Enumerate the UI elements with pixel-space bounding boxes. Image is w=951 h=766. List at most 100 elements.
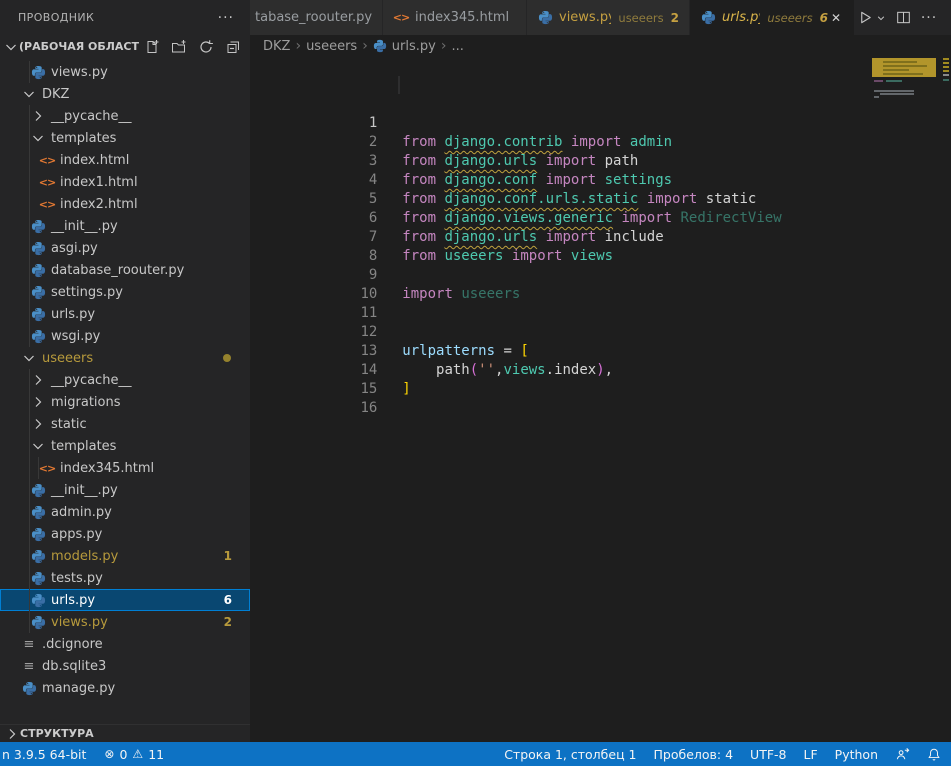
- tree-item[interactable]: tests.py: [0, 567, 250, 589]
- collapse-all-icon[interactable]: [224, 38, 242, 56]
- views-more-actions-icon[interactable]: ···: [218, 10, 234, 26]
- problems-item[interactable]: ⊗ 0 ⚠ 11: [104, 747, 164, 762]
- minimap-line: [880, 93, 914, 95]
- code-line[interactable]: 11: [250, 247, 951, 266]
- tree-item[interactable]: static: [0, 413, 250, 435]
- tree-item[interactable]: admin.py: [0, 501, 250, 523]
- run-icon[interactable]: [855, 7, 875, 29]
- tree-item[interactable]: templates: [0, 435, 250, 457]
- tree-item[interactable]: __init__.py: [0, 215, 250, 237]
- breadcrumb-item-symbol[interactable]: ...: [451, 39, 463, 54]
- tree-item[interactable]: useeers: [0, 347, 250, 369]
- code-line[interactable]: 12: [250, 266, 951, 285]
- tree-item[interactable]: asgi.py: [0, 237, 250, 259]
- overview-ruler[interactable]: [941, 57, 951, 197]
- file-icon-slot: [29, 64, 47, 80]
- code-line[interactable]: 10import useeers: [250, 228, 951, 247]
- tree-item[interactable]: ≡ .dcignore: [0, 633, 250, 655]
- error-icon: ⊗: [104, 747, 114, 761]
- outline-section-header[interactable]: СТРУКТУРА: [0, 724, 250, 742]
- tree-item[interactable]: <> index345.html: [0, 457, 250, 479]
- file-name: __pycache__: [51, 109, 131, 124]
- file-name: wsgi.py: [51, 329, 100, 344]
- file-name: migrations: [51, 395, 121, 410]
- problems-badge: 2: [224, 615, 232, 629]
- breadcrumb-item-urls-py[interactable]: urls.py: [392, 39, 436, 54]
- indentation-item[interactable]: Пробелов: 4: [654, 747, 734, 762]
- tree-item[interactable]: settings.py: [0, 281, 250, 303]
- refresh-icon[interactable]: [197, 38, 215, 56]
- tab-urls-py-active[interactable]: urls.py useeers 6 ✕: [690, 0, 855, 35]
- code-line[interactable]: 14 path('',views.index),: [250, 304, 951, 323]
- notifications-bell-icon[interactable]: [927, 747, 941, 762]
- tree-item[interactable]: urls.py: [0, 303, 250, 325]
- breadcrumb-separator-icon: ›: [441, 38, 447, 54]
- code-line[interactable]: 13urlpatterns = [: [250, 285, 951, 304]
- code-line[interactable]: 7from django.urls import include: [250, 171, 951, 190]
- file-name: index1.html: [60, 175, 138, 190]
- tab-views-py[interactable]: views.py useeers 2: [527, 0, 690, 35]
- code-line[interactable]: 9: [250, 209, 951, 228]
- tree-item[interactable]: manage.py: [0, 677, 250, 699]
- tree-item[interactable]: <> index1.html: [0, 171, 250, 193]
- breadcrumb-item-dkz[interactable]: DKZ: [263, 39, 290, 54]
- problems-badge: 6: [224, 593, 232, 607]
- tree-item[interactable]: __init__.py: [0, 479, 250, 501]
- line-number: 14: [334, 361, 377, 380]
- chevron-right-icon: [30, 372, 46, 388]
- tree-item[interactable]: views.py 2: [0, 611, 250, 633]
- code-line[interactable]: 5from django.conf.urls.static import sta…: [250, 133, 951, 152]
- cursor-position-item[interactable]: Строка 1, столбец 1: [504, 747, 636, 762]
- html-icon: <>: [39, 198, 55, 211]
- code-line[interactable]: 2from django.contrib import admin: [250, 76, 951, 95]
- eol-item[interactable]: LF: [804, 747, 818, 762]
- tree-item[interactable]: models.py 1: [0, 545, 250, 567]
- chevron-down-icon: [21, 350, 37, 366]
- more-actions-icon[interactable]: ···: [919, 7, 939, 29]
- file-name: tests.py: [51, 571, 103, 586]
- new-file-icon[interactable]: [143, 38, 161, 56]
- code-line[interactable]: 8from useeers import views: [250, 190, 951, 209]
- tree-item[interactable]: migrations: [0, 391, 250, 413]
- minimap[interactable]: [872, 57, 940, 187]
- tree-item[interactable]: <> index.html: [0, 149, 250, 171]
- code-line[interactable]: 15]: [250, 323, 951, 342]
- tree-item[interactable]: __pycache__: [0, 105, 250, 127]
- feedback-icon[interactable]: [895, 747, 910, 762]
- code-line[interactable]: 16: [250, 342, 951, 361]
- file-name: __init__.py: [51, 483, 118, 498]
- indent-guide: [29, 127, 30, 149]
- indent-guide: [29, 281, 30, 303]
- code-line[interactable]: 4from django.conf import settings: [250, 114, 951, 133]
- language-mode-item[interactable]: Python: [835, 747, 878, 762]
- tree-item[interactable]: templates: [0, 127, 250, 149]
- indent-guide: [29, 501, 30, 523]
- tree-item[interactable]: views.py: [0, 61, 250, 83]
- file-tree: views.py DKZ __pycache__: [0, 61, 250, 699]
- run-dropdown-chevron-icon[interactable]: [875, 7, 887, 29]
- tree-item[interactable]: apps.py: [0, 523, 250, 545]
- file-icon-slot: <>: [38, 174, 56, 190]
- tree-item[interactable]: ≡ db.sqlite3: [0, 655, 250, 677]
- tab-database-roouter-py[interactable]: tabase_roouter.py: [250, 0, 383, 35]
- code-line[interactable]: 1: [250, 57, 951, 76]
- tree-item[interactable]: __pycache__: [0, 369, 250, 391]
- workspace-section-header[interactable]: (РАБОЧАЯ ОБЛАСТЬ) ...: [0, 35, 250, 58]
- encoding-item[interactable]: UTF-8: [750, 747, 786, 762]
- code-line[interactable]: 6from django.views.generic import Redire…: [250, 152, 951, 171]
- breadcrumb-item-useeers[interactable]: useeers: [306, 39, 357, 54]
- tree-item[interactable]: urls.py 6: [0, 589, 250, 611]
- code-editor[interactable]: 1 2from django.contrib import admin 3fro…: [250, 57, 951, 361]
- minimap-line: [874, 96, 879, 98]
- tab-index345-html[interactable]: <> index345.html: [383, 0, 527, 35]
- python-interpreter-item[interactable]: n 3.9.5 64-bit: [2, 747, 86, 762]
- tree-item[interactable]: wsgi.py: [0, 325, 250, 347]
- code-line[interactable]: 3from django.urls import path: [250, 95, 951, 114]
- tree-item[interactable]: DKZ: [0, 83, 250, 105]
- file-name: urls.py: [51, 593, 95, 608]
- new-folder-icon[interactable]: [170, 38, 188, 56]
- close-icon[interactable]: ✕: [828, 10, 844, 26]
- tree-item[interactable]: database_roouter.py: [0, 259, 250, 281]
- split-editor-icon[interactable]: [893, 7, 913, 29]
- tree-item[interactable]: <> index2.html: [0, 193, 250, 215]
